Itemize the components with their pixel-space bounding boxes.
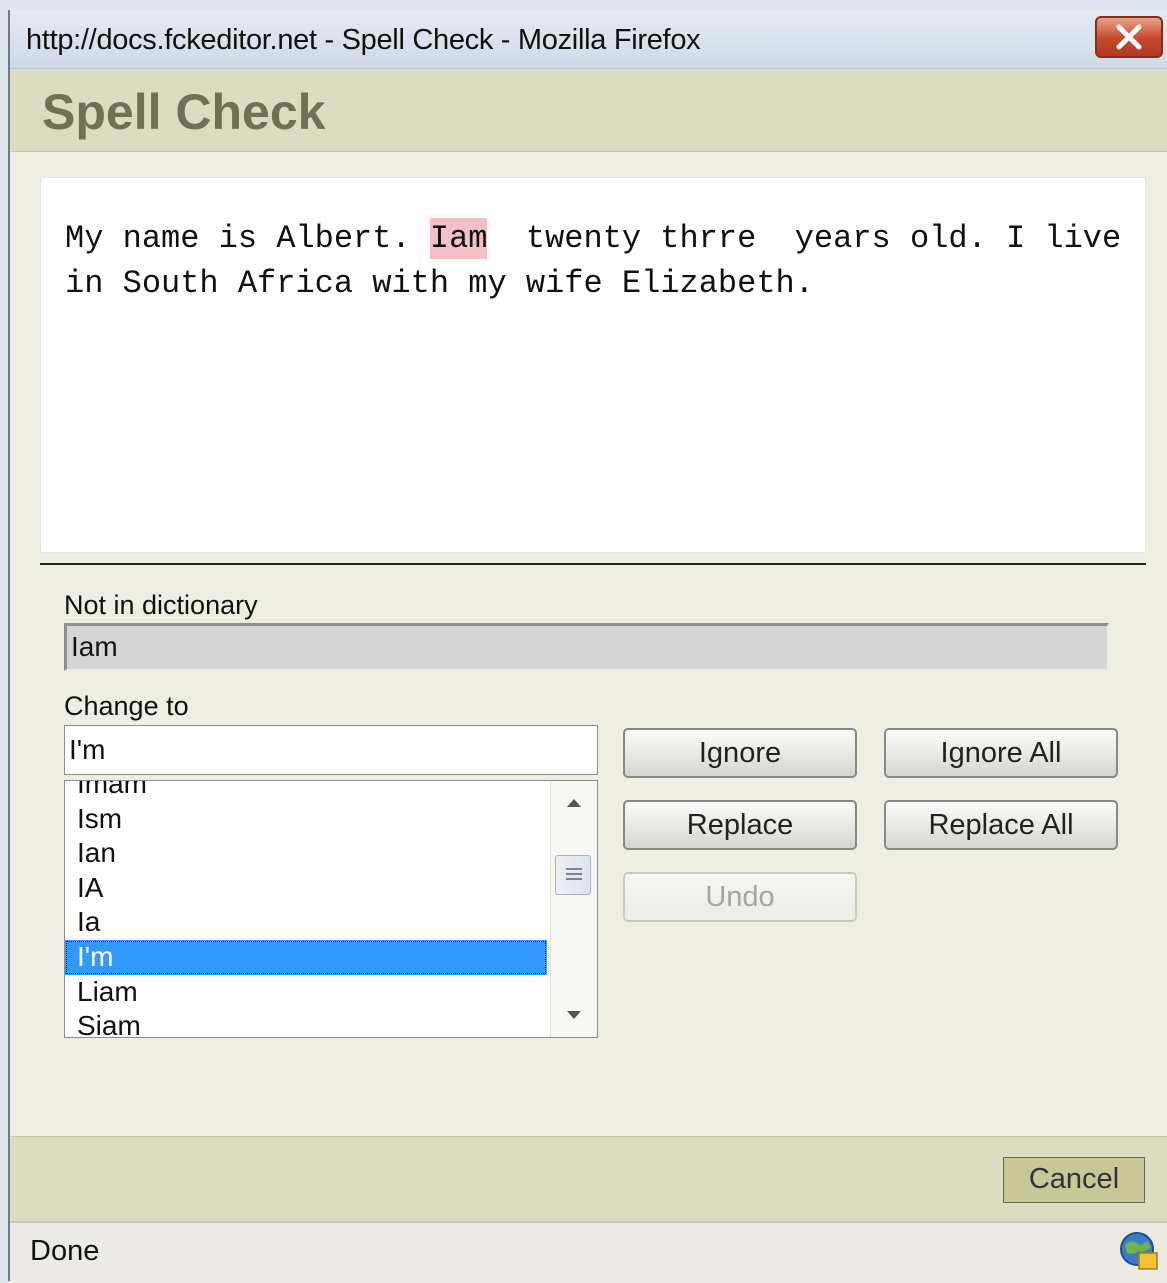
ignore-all-button[interactable]: Ignore All xyxy=(884,728,1118,778)
scroll-up-button[interactable] xyxy=(551,783,597,823)
suggestion-item[interactable]: Liam xyxy=(65,975,547,1010)
change-to-input[interactable] xyxy=(64,725,598,775)
suggestion-item[interactable]: I'm xyxy=(65,939,547,975)
suggestions-list[interactable]: Imam Ism Ian IA Ia I'm Liam Siam xyxy=(64,780,598,1038)
grip-icon xyxy=(566,868,582,880)
scroll-down-button[interactable] xyxy=(551,995,597,1035)
suggestion-item[interactable]: Ian xyxy=(65,836,547,871)
suggestion-item[interactable]: Ism xyxy=(65,802,547,837)
ignore-button[interactable]: Ignore xyxy=(623,728,857,778)
document-text: My name is Albert. Iam twenty thrre year… xyxy=(65,216,1135,306)
spell-check-window: http://docs.fckeditor.net - Spell Check … xyxy=(8,10,1167,1283)
replace-button[interactable]: Replace xyxy=(623,800,857,850)
cancel-button[interactable]: Cancel xyxy=(1003,1157,1145,1203)
scroll-thumb[interactable] xyxy=(555,855,591,895)
close-icon xyxy=(1116,24,1142,50)
suggestion-item[interactable]: Siam xyxy=(65,1009,547,1037)
arrow-up-icon xyxy=(567,799,581,807)
replace-all-button[interactable]: Replace All xyxy=(884,800,1118,850)
suggestions-scrollbar[interactable] xyxy=(550,781,597,1037)
not-in-dictionary-label: Not in dictionary xyxy=(64,590,258,620)
dialog-footer: Cancel xyxy=(10,1136,1167,1221)
suggestion-item[interactable]: IA xyxy=(65,871,547,906)
status-text: Done xyxy=(30,1235,100,1267)
change-to-label: Change to xyxy=(64,691,189,721)
close-button[interactable] xyxy=(1095,16,1163,58)
document-preview: My name is Albert. Iam twenty thrre year… xyxy=(40,177,1146,553)
not-in-dictionary-field: Iam xyxy=(64,623,1109,671)
dialog-title: Spell Check xyxy=(42,84,326,140)
status-bar: Done xyxy=(10,1221,1167,1283)
suggestion-item[interactable]: Imam xyxy=(65,781,547,802)
suggestions-items: Imam Ism Ian IA Ia I'm Liam Siam xyxy=(65,781,547,1037)
window-title: http://docs.fckeditor.net - Spell Check … xyxy=(26,24,701,56)
globe-icon xyxy=(1120,1232,1158,1270)
misspelled-word: Iam xyxy=(429,218,488,259)
dialog-header: Spell Check xyxy=(10,69,1167,152)
suggestion-item[interactable]: Ia xyxy=(65,905,547,940)
undo-button[interactable]: Undo xyxy=(623,872,857,922)
separator xyxy=(40,563,1146,565)
title-bar: http://docs.fckeditor.net - Spell Check … xyxy=(10,10,1167,69)
text-before: My name is Albert. xyxy=(65,220,430,257)
arrow-down-icon xyxy=(567,1011,581,1019)
